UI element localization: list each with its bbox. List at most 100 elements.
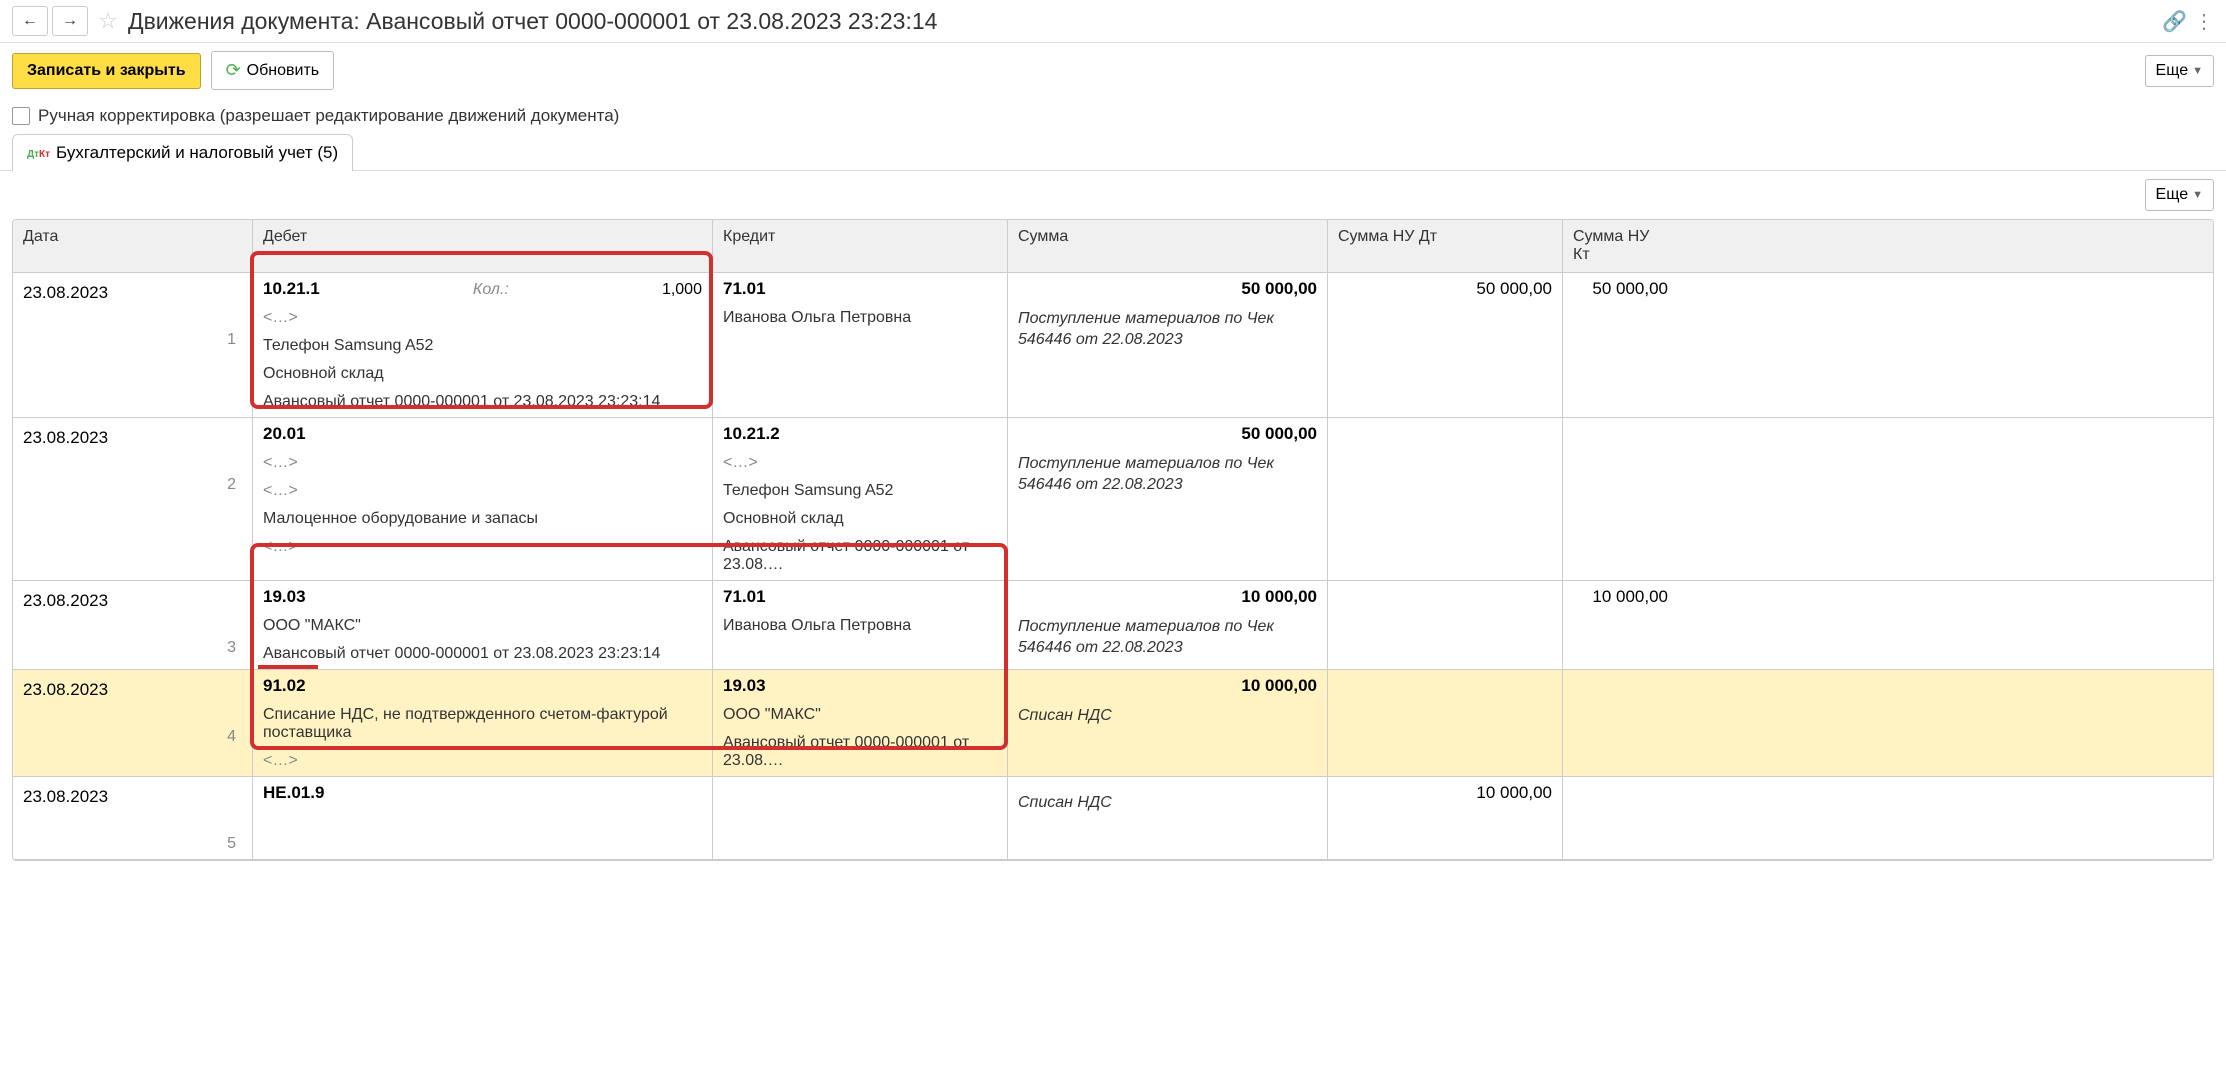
table-row[interactable]: 23.08.20234 91.02 Списание НДС, не подтвер… (13, 670, 2213, 777)
cell-debit: 91.02 Списание НДС, не подтвержденного сч… (253, 670, 713, 776)
sum-value: 10 000,00 (1018, 676, 1317, 696)
qty-label: Кол.: (473, 281, 509, 299)
th-date[interactable]: Дата (13, 220, 253, 272)
cell-credit: 10.21.2<…>Телефон Samsung A52Основной ск… (713, 418, 1008, 580)
date-value: 23.08.2023 (23, 279, 242, 307)
nav-forward-button[interactable]: → (52, 6, 88, 36)
sum-value: 10 000,00 (1018, 587, 1317, 607)
row-number: 4 (227, 728, 242, 746)
th-sum-nu-dt[interactable]: Сумма НУ Дт (1328, 220, 1563, 272)
chevron-down-icon: ▼ (2192, 65, 2203, 77)
cell-sum: 50 000,00 Поступление материалов по Чек 5… (1008, 273, 1328, 417)
link-icon[interactable]: 🔗 (2162, 9, 2186, 33)
debit-subconto: Авансовый отчет 0000-000001 от 23.08.202… (263, 393, 702, 411)
debit-subconto: <…> (263, 482, 702, 500)
credit-account: 19.03 (723, 676, 997, 696)
debit-account: 19.03 (263, 587, 306, 607)
more-button-table[interactable]: Еще ▼ (2145, 179, 2214, 211)
date-value: 23.08.2023 (23, 587, 242, 615)
cell-nu-dt (1328, 418, 1563, 580)
credit-subconto: ООО "МАКС" (723, 706, 997, 724)
qty-value: 1,000 (662, 281, 702, 299)
tab-accounting[interactable]: ДтКт Бухгалтерский и налоговый учет (5) (12, 134, 353, 171)
cell-debit: 20.01<…><…>Малоценное оборудование и зап… (253, 418, 713, 580)
refresh-button[interactable]: ⟳ Обновить (211, 51, 335, 90)
save-and-close-button[interactable]: Записать и закрыть (12, 53, 201, 89)
row-number: 3 (227, 639, 242, 657)
cell-date: 23.08.2023 5 (13, 777, 253, 859)
nav-back-button[interactable]: ← (12, 6, 48, 36)
tabs-bar: ДтКт Бухгалтерский и налоговый учет (5) (0, 134, 2226, 171)
credit-account: 71.01 (723, 279, 997, 299)
debit-account: 20.01 (263, 424, 306, 444)
cell-credit: 19.03ООО "МАКС"Авансовый отчет 0000-0000… (713, 670, 1008, 776)
favorite-star-icon[interactable]: ☆ (96, 9, 120, 33)
sum-value: 50 000,00 (1018, 424, 1317, 444)
table-row[interactable]: 23.08.2023 5 НЕ.01.9 Списан НДС 10 000,00 (13, 777, 2213, 860)
cell-date: 23.08.20234 (13, 670, 253, 776)
table-row[interactable]: 23.08.2023 3 19.03 ООО "МАКС" Авансовый отче… (13, 581, 2213, 670)
cell-debit: 19.03 ООО "МАКС" Авансовый отчет 0000-0000… (253, 581, 713, 669)
debit-account: НЕ.01.9 (263, 783, 324, 803)
credit-subconto: Иванова Ольга Петровна (723, 617, 997, 635)
debit-subconto: ООО "МАКС" (263, 617, 702, 635)
debit-account: 10.21.1 (263, 279, 320, 299)
credit-subconto: Авансовый отчет 0000-000001 от 23.08.… (723, 538, 997, 574)
credit-account: 71.01 (723, 587, 997, 607)
cell-nu-dt: 50 000,00 (1328, 273, 1563, 417)
cell-date: 23.08.20231 (13, 273, 253, 417)
debit-account: 91.02 (263, 676, 306, 696)
cell-nu-kt (1563, 418, 1678, 580)
credit-subconto: Телефон Samsung A52 (723, 482, 997, 500)
credit-account: 10.21.2 (723, 424, 997, 444)
table-header: Дата Дебет Кредит Сумма Сумма НУ Дт Сумм… (13, 220, 2213, 273)
sum-note: Списан НДС (1018, 793, 1317, 814)
debit-subconto: Списание НДС, не подтвержденного счетом-… (263, 706, 702, 742)
cell-nu-kt: 50 000,00 (1563, 273, 1678, 417)
row-number: 5 (227, 835, 242, 853)
more-button-top[interactable]: Еще ▼ (2145, 55, 2214, 87)
cell-nu-dt: 10 000,00 (1328, 777, 1563, 859)
cell-nu-kt: 10 000,00 (1563, 581, 1678, 669)
cell-date: 23.08.2023 3 (13, 581, 253, 669)
sum-note: Поступление материалов по Чек 546446 от … (1018, 617, 1317, 659)
credit-subconto: Основной склад (723, 510, 997, 528)
cell-debit: НЕ.01.9 (253, 777, 713, 859)
debit-subconto: Телефон Samsung A52 (263, 337, 702, 355)
table-row[interactable]: 23.08.2023220.01<…><…>Малоценное оборудо… (13, 418, 2213, 581)
debit-subconto: <…> (263, 454, 702, 472)
cell-nu-dt (1328, 670, 1563, 776)
page-title: Движения документа: Авансовый отчет 0000… (128, 8, 2154, 35)
cell-sum: 50 000,00 Поступление материалов по Чек 5… (1008, 418, 1328, 580)
date-value: 23.08.2023 (23, 783, 242, 811)
manual-edit-label: Ручная корректировка (разрешает редактир… (38, 106, 619, 126)
refresh-icon: ⟳ (226, 60, 241, 81)
dt-kt-icon: ДтКт (27, 146, 50, 160)
cell-nu-dt (1328, 581, 1563, 669)
table-row[interactable]: 23.08.20231 10.21.1 Кол.: 1,000 <…> Телефон S… (13, 273, 2213, 418)
date-value: 23.08.2023 (23, 424, 242, 452)
th-debit[interactable]: Дебет (253, 220, 713, 272)
more-menu-icon[interactable]: ⋮ (2194, 9, 2214, 33)
cell-credit: 71.01Иванова Ольга Петровна (713, 273, 1008, 417)
cell-date: 23.08.20232 (13, 418, 253, 580)
th-sum-nu-kt[interactable]: Сумма НУ Кт (1563, 220, 1678, 272)
th-credit[interactable]: Кредит (713, 220, 1008, 272)
sum-note: Поступление материалов по Чек 546446 от … (1018, 309, 1317, 351)
manual-edit-row: Ручная корректировка (разрешает редактир… (0, 98, 2226, 134)
debit-subconto: <…> (263, 752, 702, 770)
cell-sum: Списан НДС (1008, 777, 1328, 859)
debit-subconto: <…> (263, 309, 702, 327)
sum-note: Поступление материалов по Чек 546446 от … (1018, 454, 1317, 496)
subtoolbar: Еще ▼ (0, 171, 2226, 219)
cell-debit: 10.21.1 Кол.: 1,000 <…> Телефон Samsung A52 О… (253, 273, 713, 417)
manual-edit-checkbox[interactable] (12, 107, 30, 125)
th-sum[interactable]: Сумма (1008, 220, 1328, 272)
chevron-down-icon: ▼ (2192, 189, 2203, 201)
sum-value: 50 000,00 (1018, 279, 1317, 299)
debit-subconto: Основной склад (263, 365, 702, 383)
cell-nu-kt (1563, 670, 1678, 776)
debit-subconto: Авансовый отчет 0000-000001 от 23.08.202… (263, 645, 702, 663)
cell-credit (713, 777, 1008, 859)
cell-nu-kt (1563, 777, 1678, 859)
